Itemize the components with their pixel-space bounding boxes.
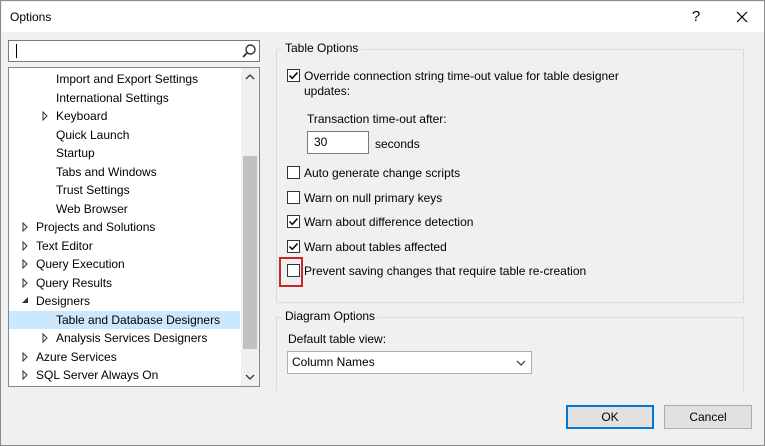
collapsed-arrow-icon[interactable] xyxy=(20,255,30,273)
cancel-button[interactable]: Cancel xyxy=(664,405,752,429)
option-checkbox[interactable] xyxy=(287,166,300,179)
expanded-arrow-icon[interactable] xyxy=(20,292,30,310)
tree-item-label: Query Results xyxy=(36,275,113,290)
options-tree[interactable]: Import and Export Settings International … xyxy=(8,67,260,387)
search-icon[interactable] xyxy=(241,43,257,59)
diagram-options-title: Diagram Options xyxy=(282,309,379,323)
option-checkbox[interactable] xyxy=(287,240,300,253)
tree-item-label: Table and Database Designers xyxy=(56,312,221,327)
collapsed-arrow-icon[interactable] xyxy=(40,329,50,347)
tree-item[interactable]: Tabs and Windows xyxy=(9,163,240,181)
tree-item-label: Quick Launch xyxy=(56,127,130,142)
scroll-down-button[interactable] xyxy=(241,368,259,386)
table-options-title: Table Options xyxy=(282,41,362,55)
tree-item[interactable]: Web Browser xyxy=(9,200,240,218)
checkmark-icon xyxy=(288,217,299,226)
option-checkbox-label: Warn about difference detection xyxy=(304,215,474,229)
help-button[interactable]: ? xyxy=(684,5,708,29)
tree-item[interactable]: Projects and Solutions xyxy=(9,218,240,236)
tree-item[interactable]: Analysis Services Designers xyxy=(9,329,240,347)
option-checkbox-row[interactable]: Auto generate change scripts xyxy=(287,165,707,181)
tree-item-label: Keyboard xyxy=(56,109,108,123)
ok-button[interactable]: OK xyxy=(566,405,654,429)
tree-item-label: Import and Export Settings xyxy=(56,72,199,86)
dialog-title: Options xyxy=(10,10,52,24)
highlight-annotation xyxy=(279,257,303,287)
tree-item-label: Startup xyxy=(56,146,95,160)
tree-item[interactable]: Designers xyxy=(9,292,240,310)
collapsed-arrow-icon[interactable] xyxy=(20,218,30,236)
option-checkbox-row[interactable]: Prevent saving changes that require tabl… xyxy=(287,263,707,279)
scroll-up-button[interactable] xyxy=(241,68,259,86)
tree-item-label: SQL Server Always On xyxy=(36,368,159,382)
close-icon xyxy=(736,11,748,23)
collapsed-arrow-icon[interactable] xyxy=(20,348,30,366)
tree-item[interactable]: Text Editor xyxy=(9,237,240,255)
default-view-select[interactable]: Column Names xyxy=(287,351,532,374)
timeout-unit-label: seconds xyxy=(375,137,420,151)
tree-item-label: International Settings xyxy=(56,90,169,105)
text-caret xyxy=(16,44,17,58)
tree-item[interactable]: Query Execution xyxy=(9,255,240,273)
tree-item[interactable]: Trust Settings xyxy=(9,181,240,199)
tree-item-label: Designers xyxy=(36,294,91,308)
tree-item[interactable]: Query Results xyxy=(9,274,240,292)
override-timeout-checkbox-row[interactable]: Override connection string time-out valu… xyxy=(287,68,727,84)
scroll-thumb[interactable] xyxy=(243,156,257,349)
tree-item-label: Trust Settings xyxy=(56,183,130,197)
timeout-label: Transaction time-out after: xyxy=(307,112,447,126)
collapsed-arrow-icon[interactable] xyxy=(40,107,50,125)
timeout-input[interactable]: 30 xyxy=(307,131,369,154)
tree-item-label: Query Execution xyxy=(36,257,125,271)
tree-item[interactable]: Table and Database Designers xyxy=(9,310,240,329)
option-checkbox-label: Auto generate change scripts xyxy=(304,166,461,180)
collapsed-arrow-icon[interactable] xyxy=(20,366,30,384)
tree-item-label: Web Browser xyxy=(56,201,128,216)
override-timeout-checkbox[interactable] xyxy=(287,69,300,82)
option-checkbox[interactable] xyxy=(287,215,300,228)
tree-item-label: Azure Services xyxy=(36,349,117,364)
search-input[interactable] xyxy=(8,40,260,62)
tree-item[interactable]: International Settings xyxy=(9,89,240,107)
checkmark-icon xyxy=(288,242,299,251)
checkmark-icon xyxy=(288,71,299,80)
tree-item[interactable]: Import and Export Settings xyxy=(9,70,240,88)
option-checkbox-label: Warn about tables affected xyxy=(304,240,447,254)
option-checkbox-label: Prevent saving changes that require tabl… xyxy=(304,264,587,278)
tree-item-label: Text Editor xyxy=(36,238,93,253)
tree-item[interactable]: Startup xyxy=(9,144,240,162)
tree-item[interactable]: Azure Services xyxy=(9,348,240,366)
option-checkbox-row[interactable]: Warn about difference detection xyxy=(287,214,707,230)
collapsed-arrow-icon[interactable] xyxy=(20,237,30,255)
chevron-down-icon xyxy=(516,360,526,366)
close-button[interactable] xyxy=(728,5,756,29)
tree-item-label: Tabs and Windows xyxy=(56,164,157,179)
tree-item-label: Projects and Solutions xyxy=(36,220,156,234)
title-bar: Options ? xyxy=(2,2,764,32)
option-checkbox-row[interactable]: Warn on null primary keys xyxy=(287,190,707,206)
chevron-up-icon xyxy=(245,74,255,80)
default-view-value: Column Names xyxy=(292,355,375,369)
tree-item[interactable]: Quick Launch xyxy=(9,126,240,144)
tree-item[interactable]: Keyboard xyxy=(9,107,240,125)
chevron-down-icon xyxy=(245,374,255,380)
option-checkbox-label: Warn on null primary keys xyxy=(304,191,443,205)
override-timeout-label: Override connection string time-out valu… xyxy=(304,69,619,83)
tree-scrollbar[interactable] xyxy=(241,68,259,386)
option-checkbox[interactable] xyxy=(287,191,300,204)
override-timeout-label-cont: updates: xyxy=(304,84,351,98)
tree-item-label: Analysis Services Designers xyxy=(56,331,208,345)
option-checkbox-row[interactable]: Warn about tables affected xyxy=(287,239,707,255)
tree-item[interactable]: SQL Server Always On xyxy=(9,366,240,384)
options-dialog: Options ? Import and Export Settings Inte… xyxy=(0,0,765,446)
collapsed-arrow-icon[interactable] xyxy=(20,274,30,292)
default-view-label: Default table view: xyxy=(288,332,387,346)
